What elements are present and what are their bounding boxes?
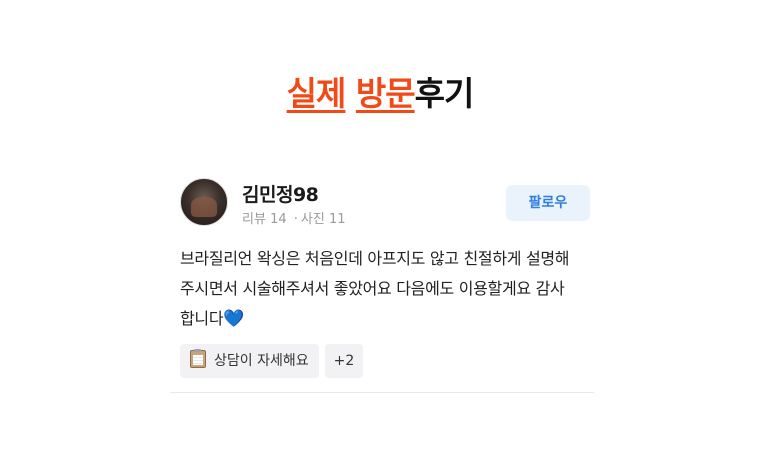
review-text-line-2: 주시면서 시술해주셔서 좋았어요 다음에도 이용할게요 감사 xyxy=(180,279,565,298)
heading-plain: 후기 xyxy=(414,74,475,113)
section-heading: 실제 방문후기 xyxy=(0,72,760,116)
avatar[interactable] xyxy=(180,178,228,226)
heading-highlight-2: 방문 xyxy=(355,74,416,113)
author-stats: 리뷰 14 · 사진 11 xyxy=(242,208,346,227)
review-text: 브라질리언 왁싱은 처음인데 아프지도 않고 친절하게 설명해 주시면서 시술해… xyxy=(180,244,596,334)
photo-count-label: 사진 xyxy=(300,212,325,227)
review-text-line-3: 합니다 xyxy=(180,309,224,328)
more-tags-chip[interactable]: +2 xyxy=(324,344,364,378)
review-count-label: 리뷰 xyxy=(242,212,266,227)
follow-button[interactable]: 팔로우 xyxy=(506,185,590,221)
tag-label: 상담이 자세해요 xyxy=(214,353,309,369)
clipboard-icon xyxy=(190,349,206,368)
heading-highlight-1: 실제 xyxy=(286,74,347,113)
review-tags: 상담이 자세해요 +2 xyxy=(180,344,364,378)
author-name[interactable]: 김민정98 xyxy=(242,180,319,207)
tag-chip[interactable]: 상담이 자세해요 xyxy=(180,344,319,378)
review-text-line-1: 브라질리언 왁싱은 처음인데 아프지도 않고 친절하게 설명해 xyxy=(180,249,570,268)
review-card: 김민정98 리뷰 14 · 사진 11 팔로우 브라질리언 왁싱은 처음인데 아프… xyxy=(170,168,594,393)
blue-heart-icon: 💙 xyxy=(223,309,245,329)
photo-count: 11 xyxy=(328,212,346,227)
separator-dot: · xyxy=(293,212,298,227)
review-count: 14 xyxy=(270,212,287,227)
